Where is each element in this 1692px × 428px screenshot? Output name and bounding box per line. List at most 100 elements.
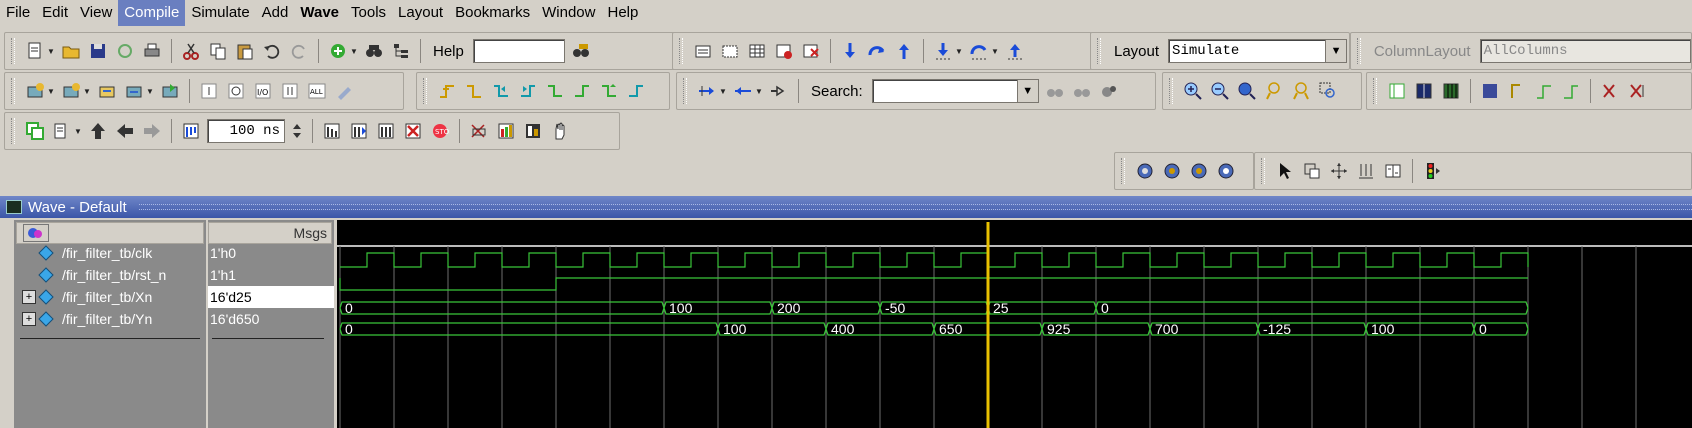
- menu-edit[interactable]: Edit: [36, 0, 74, 26]
- sim-grid-icon[interactable]: [746, 40, 768, 62]
- signal-row[interactable]: /fir_filter_tb/rst_n: [14, 264, 206, 286]
- new-file-icon[interactable]: [24, 40, 46, 62]
- add-icon[interactable]: [327, 40, 349, 62]
- menu-simulate[interactable]: Simulate: [185, 0, 255, 26]
- copy-icon[interactable]: [207, 40, 229, 62]
- delete-all-cursors-icon[interactable]: [1626, 80, 1648, 102]
- traffic-light-icon[interactable]: [1421, 160, 1443, 182]
- chevron-down-icon[interactable]: ▼: [74, 127, 82, 136]
- step-over-dropdown-icon[interactable]: [968, 40, 990, 62]
- menu-tools[interactable]: Tools: [345, 0, 392, 26]
- wave-prefs-icon[interactable]: [333, 80, 355, 102]
- zoom-in-icon[interactable]: [1182, 80, 1204, 102]
- zoom-region-icon[interactable]: [1317, 80, 1339, 102]
- restart-icon[interactable]: [180, 120, 202, 142]
- cut-icon[interactable]: [180, 40, 202, 62]
- run-length-spinner[interactable]: [290, 120, 304, 142]
- insert-cursor-icon[interactable]: [198, 80, 220, 102]
- forward-arrow-icon[interactable]: [141, 120, 163, 142]
- toolbar-grip[interactable]: [423, 78, 427, 104]
- chevron-down-icon[interactable]: ▼: [955, 47, 963, 56]
- group-icon[interactable]: I/O: [252, 80, 274, 102]
- layout-dropdown-button[interactable]: ▼: [1325, 39, 1348, 63]
- zoom-full-icon[interactable]: [1236, 80, 1258, 102]
- continue-run-icon[interactable]: [348, 120, 370, 142]
- wave-dark-icon[interactable]: [1413, 80, 1435, 102]
- sim-restart-icon[interactable]: [773, 40, 795, 62]
- column-layout-select[interactable]: AllColumns: [1479, 39, 1691, 63]
- zoom-out-icon[interactable]: [1209, 80, 1231, 102]
- edge-mid-icon[interactable]: [1533, 80, 1555, 102]
- step-out-icon[interactable]: [893, 40, 915, 62]
- add-schematic-icon[interactable]: [123, 80, 145, 102]
- chevron-down-icon[interactable]: ▼: [47, 47, 55, 56]
- toolbar-grip[interactable]: [1121, 158, 1125, 184]
- next-rising-icon[interactable]: [625, 80, 647, 102]
- chevron-down-icon[interactable]: ▼: [755, 87, 763, 96]
- toolbar-grip[interactable]: [1261, 158, 1265, 184]
- toolbar-grip[interactable]: [1373, 78, 1377, 104]
- signal-row[interactable]: /fir_filter_tb/clk: [14, 242, 206, 264]
- print-icon[interactable]: [141, 40, 163, 62]
- cursor-mode-icon[interactable]: [1355, 160, 1377, 182]
- find-icon[interactable]: [363, 40, 385, 62]
- memory-profile-icon[interactable]: [495, 120, 517, 142]
- toolbar-grip[interactable]: [1357, 38, 1361, 64]
- save-icon[interactable]: [87, 40, 109, 62]
- paste-icon[interactable]: [234, 40, 256, 62]
- menu-compile[interactable]: Compile: [118, 0, 186, 26]
- signal-row[interactable]: + /fir_filter_tb/Yn: [14, 308, 206, 330]
- gear-icon[interactable]: [1134, 160, 1156, 182]
- toolbar-grip[interactable]: [11, 38, 15, 64]
- help-binoculars-icon[interactable]: [570, 40, 592, 62]
- add-dataflow-icon[interactable]: [96, 80, 118, 102]
- menu-window[interactable]: Window: [536, 0, 601, 26]
- edge-left-icon[interactable]: [1506, 80, 1528, 102]
- menu-view[interactable]: View: [74, 0, 118, 26]
- menu-wave[interactable]: Wave: [294, 0, 345, 26]
- layout-select[interactable]: Simulate: [1168, 39, 1327, 63]
- block-icon[interactable]: [1479, 80, 1501, 102]
- menu-add[interactable]: Add: [256, 0, 295, 26]
- gear-icon[interactable]: [1161, 160, 1183, 182]
- up-arrow-icon[interactable]: [87, 120, 109, 142]
- edge-right-icon[interactable]: [1560, 80, 1582, 102]
- edit-mode-icon[interactable]: [1382, 160, 1404, 182]
- wave-window-titlebar[interactable]: Wave - Default: [0, 196, 1692, 218]
- run-length-input[interactable]: 100 ns: [207, 119, 285, 143]
- sim-env-icon[interactable]: [24, 120, 46, 142]
- menu-help[interactable]: Help: [601, 0, 644, 26]
- add-memory-icon[interactable]: [159, 80, 181, 102]
- signal-value[interactable]: 16'd25: [208, 286, 334, 308]
- chevron-down-icon[interactable]: ▼: [991, 47, 999, 56]
- select-pointer-icon[interactable]: [1274, 160, 1296, 182]
- delete-cursor-icon[interactable]: [1599, 80, 1621, 102]
- all-signals-icon[interactable]: ALL: [306, 80, 328, 102]
- delta-icon[interactable]: [768, 80, 790, 102]
- profile-icon[interactable]: [522, 120, 544, 142]
- performance-icon[interactable]: [468, 120, 490, 142]
- run-icon[interactable]: [321, 120, 343, 142]
- titlebar-grip[interactable]: [138, 204, 1692, 210]
- find-falling-edge-icon[interactable]: [463, 80, 485, 102]
- toolbar-grip[interactable]: [1097, 38, 1101, 64]
- toolbar-grip[interactable]: [11, 78, 15, 104]
- search-forward-icon[interactable]: [1044, 80, 1066, 102]
- menu-layout[interactable]: Layout: [392, 0, 449, 26]
- sim-compile-icon[interactable]: [692, 40, 714, 62]
- hand-icon[interactable]: [549, 120, 571, 142]
- toolbar-grip[interactable]: [683, 78, 687, 104]
- chevron-down-icon[interactable]: ▼: [83, 87, 91, 96]
- step-into-dropdown-icon[interactable]: [932, 40, 954, 62]
- toolbar-grip[interactable]: [679, 38, 683, 64]
- next-falling-icon[interactable]: [571, 80, 593, 102]
- waveform-pane[interactable]: 0 100 200 -50 25 0 0 100 400 650 925 700 -125 100 0: [337, 220, 1692, 428]
- prev-falling-icon[interactable]: [544, 80, 566, 102]
- signal-value[interactable]: 16'd650: [208, 308, 334, 330]
- search-options-icon[interactable]: [1098, 80, 1120, 102]
- pan-mode-icon[interactable]: [1328, 160, 1350, 182]
- prev-transition-icon[interactable]: [490, 80, 512, 102]
- hierarchy-icon[interactable]: [390, 40, 412, 62]
- menu-file[interactable]: File: [0, 0, 36, 26]
- gear-icon[interactable]: [1188, 160, 1210, 182]
